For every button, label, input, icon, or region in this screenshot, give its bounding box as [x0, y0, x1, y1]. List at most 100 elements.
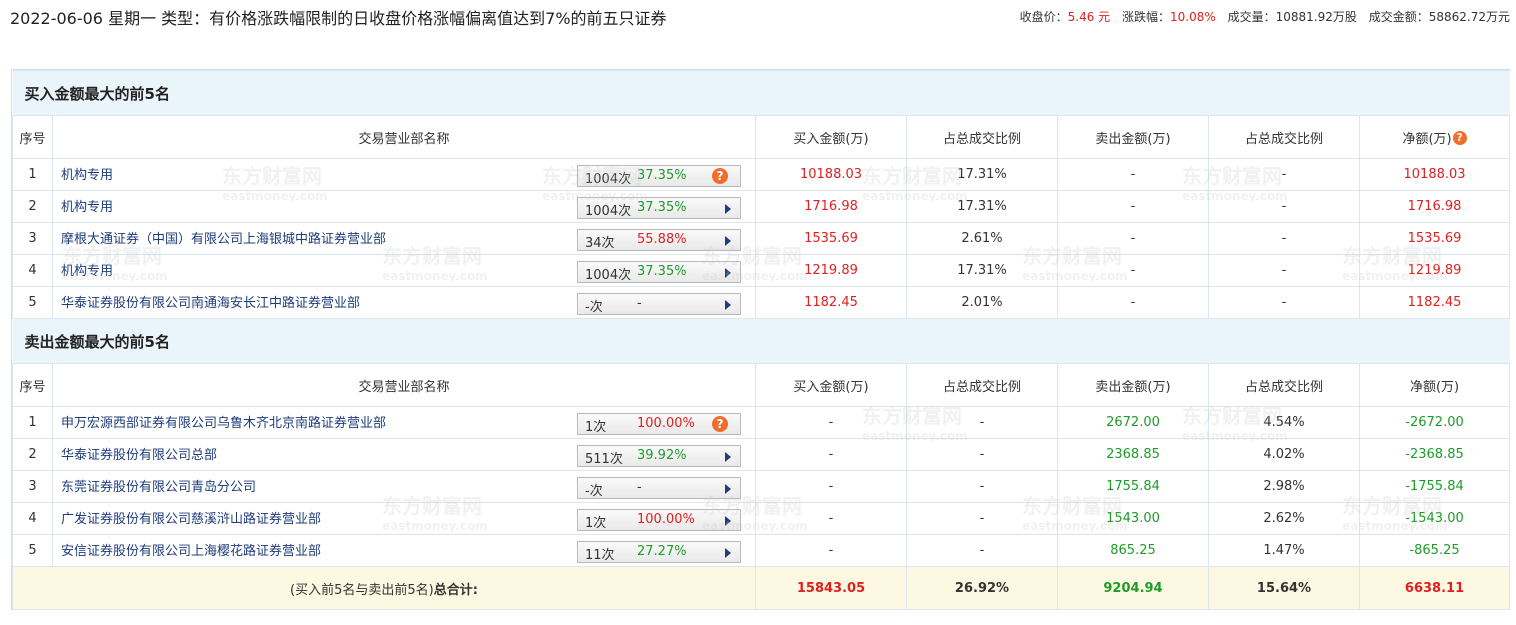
- col-header-name: 交易营业部名称: [52, 115, 756, 159]
- arrow-right-icon[interactable]: [725, 236, 731, 246]
- broker-name-link[interactable]: 华泰证券股份有限公司总部: [61, 444, 217, 463]
- arrow-right-icon[interactable]: [725, 300, 731, 310]
- row-buy-ratio: -: [906, 406, 1058, 439]
- total-buy: 15843.05: [755, 566, 907, 610]
- arrow-right-icon[interactable]: [725, 204, 731, 214]
- col-header-sell: 卖出金额(万): [1057, 363, 1209, 407]
- col-header-sell-ratio: 占总成交比例: [1208, 363, 1360, 407]
- broker-stats-toggle[interactable]: 1004次 37.35%?: [577, 165, 741, 187]
- broker-stats-toggle[interactable]: 1004次 37.35%: [577, 197, 741, 219]
- arrow-right-icon[interactable]: [725, 452, 731, 462]
- broker-name-link[interactable]: 东莞证券股份有限公司青岛分公司: [61, 476, 256, 495]
- row-sell: 865.25: [1057, 534, 1209, 567]
- question-icon[interactable]: ?: [712, 416, 728, 432]
- col-header-label: 净额(万): [1402, 131, 1452, 147]
- row-buy-ratio: 2.01%: [906, 286, 1058, 319]
- broker-stats-toggle[interactable]: 1次 100.00%?: [577, 413, 741, 435]
- broker-name-link[interactable]: 机构专用: [61, 260, 113, 279]
- col-header-sell: 卖出金额(万): [1057, 115, 1209, 159]
- table-row: 5 安信证券股份有限公司上海樱花路证券营业部 11次 27.27% - -865.25 1.…: [12, 534, 1511, 567]
- arrow-right-icon[interactable]: [725, 484, 731, 494]
- broker-name-link[interactable]: 安信证券股份有限公司上海樱花路证券营业部: [61, 540, 321, 559]
- row-buy: 10188.03: [755, 158, 907, 191]
- row-broker-cell: 摩根大通证券（中国）有限公司上海银城中路证券营业部 34次 55.88%: [52, 222, 756, 255]
- total-label: (买入前5名与卖出前5名)总合计:: [12, 566, 756, 610]
- broker-stats-toggle[interactable]: 1次 100.00%: [577, 509, 741, 531]
- trade-table: 买入金额最大的前5名 序号 交易营业部名称 买入金额(万) 占总成交比例 卖出金额(万) 占…: [12, 70, 1511, 610]
- row-sell-ratio: 4.02%: [1208, 438, 1360, 471]
- row-buy-ratio: -: [906, 502, 1058, 535]
- sell-section-title: 卖出金额最大的前5名: [12, 318, 1510, 364]
- total-sell-ratio: 15.64%: [1208, 566, 1360, 610]
- trade-count: 34次: [585, 236, 615, 251]
- col-header-net: 净额(万): [1358, 363, 1511, 407]
- col-header-label: 买入金额(万): [793, 379, 869, 395]
- row-net: -2368.85: [1358, 438, 1511, 471]
- arrow-right-icon[interactable]: [725, 516, 731, 526]
- row-sell: -: [1057, 158, 1209, 191]
- win-rate: 37.35%: [637, 168, 687, 183]
- table-row: 5 华泰证券股份有限公司南通海安长江中路证券营业部 -次 -1182.45 2.01% -…: [12, 286, 1511, 319]
- row-broker-cell: 申万宏源西部证券有限公司乌鲁木齐北京南路证券营业部 1次 100.00%?: [52, 406, 756, 439]
- broker-stats-toggle[interactable]: -次 -: [577, 293, 741, 315]
- row-broker-cell: 机构专用 1004次 37.35%: [52, 190, 756, 223]
- total-label-prefix: (买入前5名与卖出前5名): [290, 582, 434, 598]
- table-row: 3 摩根大通证券（中国）有限公司上海银城中路证券营业部 34次 55.88% 1535.…: [12, 222, 1511, 255]
- broker-name-link[interactable]: 机构专用: [61, 196, 113, 215]
- table-row: 1 机构专用 1004次 37.35%? 10188.03 17.31% - -10188.0…: [12, 158, 1511, 191]
- row-sell-ratio: -: [1208, 254, 1360, 287]
- trade-count: 1次: [585, 420, 607, 435]
- broker-name-link[interactable]: 广发证券股份有限公司慈溪浒山路证券营业部: [61, 508, 321, 527]
- row-buy: 1182.45: [755, 286, 907, 319]
- row-buy-ratio: 17.31%: [906, 254, 1058, 287]
- arrow-right-icon[interactable]: [725, 268, 731, 278]
- trade-table-panel: 买入金额最大的前5名 序号 交易营业部名称 买入金额(万) 占总成交比例 卖出金额(万) 占…: [11, 69, 1511, 610]
- row-sell-ratio: 4.54%: [1208, 406, 1360, 439]
- row-net: -1543.00: [1358, 502, 1511, 535]
- row-buy-ratio: 17.31%: [906, 190, 1058, 223]
- win-rate: 55.88%: [637, 232, 687, 247]
- row-buy-ratio: -: [906, 534, 1058, 567]
- broker-name-link[interactable]: 机构专用: [61, 164, 113, 183]
- broker-stats-toggle[interactable]: -次 -: [577, 477, 741, 499]
- col-header-label: 买入金额(万): [793, 131, 869, 147]
- row-sell-ratio: -: [1208, 286, 1360, 319]
- row-seq: 1: [12, 406, 53, 439]
- trade-count: 11次: [585, 548, 615, 563]
- row-net: 1716.98: [1358, 190, 1511, 223]
- trade-count: -次: [585, 484, 603, 499]
- win-rate: -: [637, 296, 642, 311]
- broker-stats-toggle[interactable]: 511次 39.92%: [577, 445, 741, 467]
- question-icon[interactable]: ?: [712, 168, 728, 184]
- broker-name-link[interactable]: 申万宏源西部证券有限公司乌鲁木齐北京南路证券营业部: [61, 412, 386, 431]
- win-rate: 100.00%: [637, 416, 695, 431]
- row-seq: 2: [12, 190, 53, 223]
- win-rate: 39.92%: [637, 448, 687, 463]
- row-sell: -: [1057, 222, 1209, 255]
- close-label: 收盘价：: [1019, 10, 1068, 24]
- row-seq: 1: [12, 158, 53, 191]
- trade-count: -次: [585, 300, 603, 315]
- trade-count: 1004次: [585, 172, 632, 187]
- col-header-seq: 序号: [12, 115, 53, 159]
- broker-stats-toggle[interactable]: 1004次 37.35%: [577, 261, 741, 283]
- broker-stats-toggle[interactable]: 34次 55.88%: [577, 229, 741, 251]
- row-sell: 2672.00: [1057, 406, 1209, 439]
- arrow-right-icon[interactable]: [725, 548, 731, 558]
- row-broker-cell: 机构专用 1004次 37.35%: [52, 254, 756, 287]
- broker-name-link[interactable]: 摩根大通证券（中国）有限公司上海银城中路证券营业部: [61, 228, 386, 247]
- col-header-sell-ratio: 占总成交比例: [1208, 115, 1360, 159]
- col-header-buy-ratio: 占总成交比例: [906, 363, 1058, 407]
- col-header-label: 序号: [19, 379, 46, 395]
- row-seq: 4: [12, 254, 53, 287]
- broker-name-link[interactable]: 华泰证券股份有限公司南通海安长江中路证券营业部: [61, 292, 360, 311]
- row-net: 1219.89: [1358, 254, 1511, 287]
- win-rate: 37.35%: [637, 264, 687, 279]
- row-sell: 2368.85: [1057, 438, 1209, 471]
- help-icon[interactable]: ?: [1452, 130, 1467, 145]
- row-broker-cell: 华泰证券股份有限公司南通海安长江中路证券营业部 -次 -: [52, 286, 756, 319]
- broker-stats-toggle[interactable]: 11次 27.27%: [577, 541, 741, 563]
- sell-column-header: 序号 交易营业部名称 买入金额(万) 占总成交比例 卖出金额(万) 占总成交比例 净额(万): [12, 363, 1511, 407]
- row-buy: -: [755, 502, 907, 535]
- trade-count: 1次: [585, 516, 607, 531]
